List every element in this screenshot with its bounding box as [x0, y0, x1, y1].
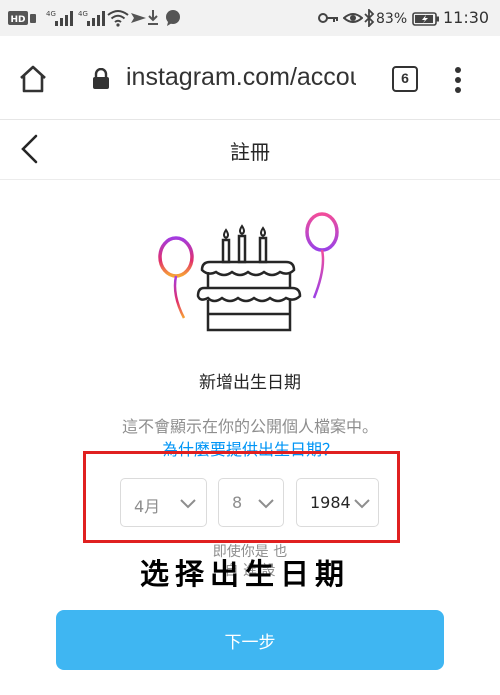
battery-percent: 83%	[376, 11, 408, 27]
eye-icon	[342, 9, 364, 31]
cake-illustration	[150, 210, 350, 339]
tab-switcher-button[interactable]: 6	[392, 66, 418, 92]
clock: 11:30	[443, 8, 490, 27]
home-icon[interactable]	[18, 64, 48, 98]
menu-icon[interactable]	[452, 66, 464, 98]
status-bar: HD 4G 4G 83% 11:30	[0, 0, 500, 36]
svg-text:4G: 4G	[46, 10, 56, 18]
signal-icon: 4G	[46, 9, 76, 31]
chat-icon	[164, 9, 182, 31]
download-icon	[146, 9, 160, 31]
svg-text:4G: 4G	[78, 10, 88, 18]
page-header: 註冊	[0, 120, 500, 180]
overlay-caption: 选择出生日期	[139, 557, 350, 591]
browser-toolbar: instagram.com/accoun 6	[0, 36, 500, 120]
signal-icon: 4G	[78, 9, 108, 31]
svg-text:HD: HD	[10, 15, 25, 25]
bluetooth-icon	[363, 7, 375, 31]
add-birthday-heading: 新增出生日期	[199, 373, 301, 393]
hd-icon: HD	[8, 10, 38, 30]
highlight-box	[83, 451, 400, 543]
next-button[interactable]: 下一步	[56, 610, 444, 670]
lock-icon	[92, 67, 110, 94]
page-title: 註冊	[230, 140, 270, 164]
battery-icon	[412, 11, 440, 30]
url-bar[interactable]: instagram.com/accoun	[126, 60, 356, 94]
wifi-icon	[107, 9, 129, 31]
key-icon	[318, 9, 340, 31]
privacy-description: 這不會顯示在你的公開個人檔案中。	[121, 417, 378, 436]
